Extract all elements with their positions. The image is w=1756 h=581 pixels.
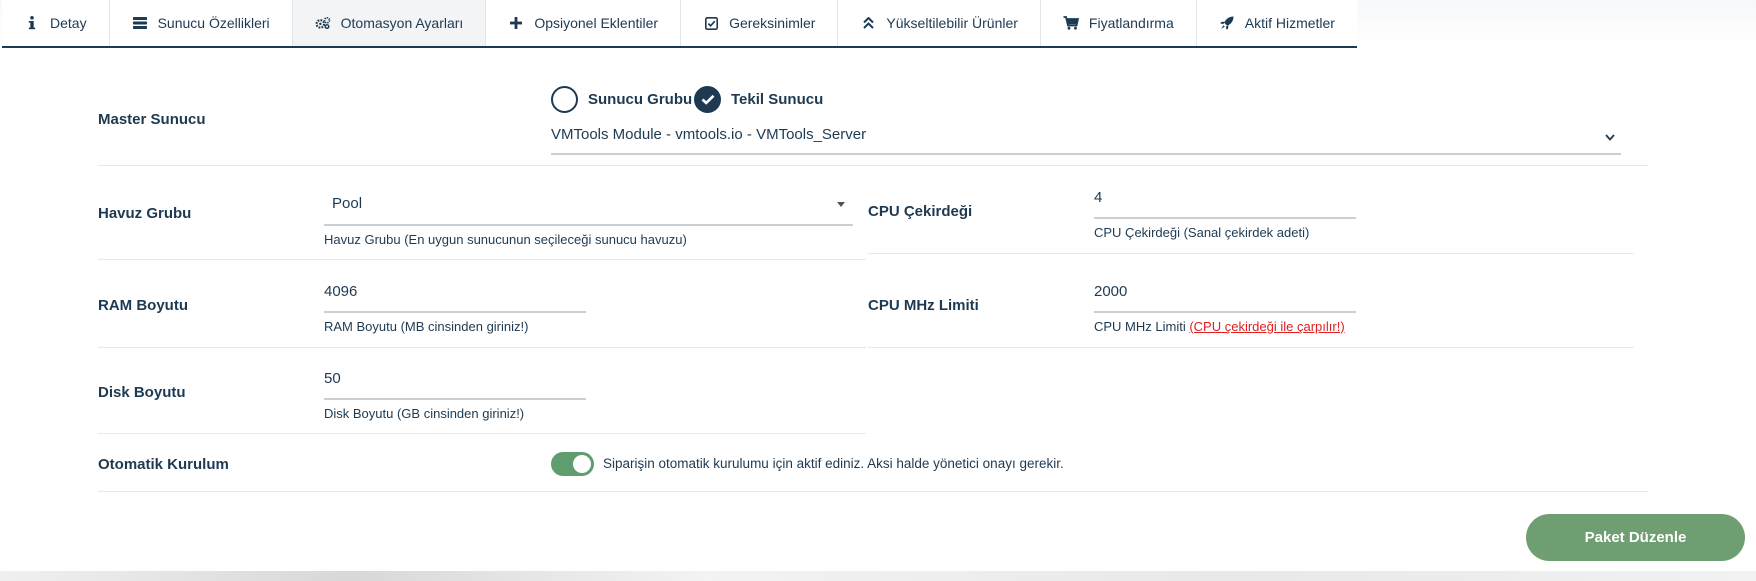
edit-package-button[interactable]: Paket Düzenle bbox=[1526, 514, 1745, 561]
auto-setup-description: Siparişin otomatik kurulumu için aktif e… bbox=[603, 456, 1064, 471]
bottom-divider bbox=[0, 571, 1756, 581]
tab-label: Opsiyonel Eklentiler bbox=[534, 15, 659, 31]
tab-yukseltilebilir-urunler[interactable]: Yükseltilebilir Ürünler bbox=[838, 0, 1041, 46]
tab-label: Sunucu Özellikleri bbox=[157, 15, 270, 31]
tab-opsiyonel-eklentiler[interactable]: Opsiyonel Eklentiler bbox=[486, 0, 682, 46]
toggle-knob bbox=[573, 455, 591, 473]
pool-value: Pool bbox=[332, 195, 363, 212]
tab-bar: Detay Sunucu Özellikleri Otomasyon Ayarl… bbox=[0, 0, 1756, 48]
master-server-value: VMTools Module - vmtools.io - VMTools_Se… bbox=[551, 126, 867, 143]
disk-value: 50 bbox=[324, 370, 341, 387]
tab-aktif-hizmetler[interactable]: Aktif Hizmetler bbox=[1196, 0, 1357, 46]
pool-label: Havuz Grubu bbox=[98, 205, 192, 222]
cpu-core-value: 4 bbox=[1094, 189, 1103, 206]
cpu-mhz-input[interactable]: 2000 bbox=[1094, 280, 1356, 313]
rocket-icon bbox=[1219, 15, 1235, 31]
master-server-select[interactable]: VMTools Module - vmtools.io - VMTools_Se… bbox=[551, 122, 1621, 155]
radio-label: Tekil Sunucu bbox=[731, 91, 824, 108]
disk-help: Disk Boyutu (GB cinsinden giriniz!) bbox=[324, 406, 525, 421]
caret-down-icon bbox=[837, 194, 845, 211]
server-icon bbox=[132, 15, 148, 31]
cart-icon bbox=[1063, 15, 1079, 31]
radio-server-group[interactable]: Sunucu Grubu bbox=[551, 86, 692, 113]
disk-input[interactable]: 50 bbox=[324, 367, 586, 400]
radio-circle-icon bbox=[551, 86, 578, 113]
cpu-core-label: CPU Çekirdeği bbox=[868, 203, 973, 220]
auto-setup-toggle[interactable] bbox=[551, 452, 594, 476]
tab-detay[interactable]: Detay bbox=[2, 0, 110, 46]
radio-single-server[interactable]: Tekil Sunucu bbox=[694, 86, 823, 113]
cpu-core-help: CPU Çekirdeği (Sanal çekirdek adeti) bbox=[1094, 225, 1310, 240]
info-icon bbox=[24, 15, 40, 31]
tab-label: Aktif Hizmetler bbox=[1244, 15, 1335, 31]
pool-help: Havuz Grubu (En uygun sunucunun seçilece… bbox=[324, 232, 687, 247]
double-chevron-up-icon bbox=[860, 15, 876, 31]
ram-label: RAM Boyutu bbox=[98, 297, 188, 314]
chevron-down-icon bbox=[1605, 128, 1615, 145]
tab-gereksinimler[interactable]: Gereksinimler bbox=[681, 0, 839, 46]
master-server-label: Master Sunucu bbox=[98, 111, 206, 128]
plus-icon bbox=[508, 15, 524, 31]
ram-input[interactable]: 4096 bbox=[324, 280, 586, 313]
cpu-mhz-help-text: CPU MHz Limiti bbox=[1094, 319, 1190, 334]
ram-help: RAM Boyutu (MB cinsinden giriniz!) bbox=[324, 319, 529, 334]
tab-label: Otomasyon Ayarları bbox=[340, 15, 464, 31]
cogs-icon bbox=[315, 15, 331, 31]
tab-sunucu-ozellikleri[interactable]: Sunucu Özellikleri bbox=[109, 0, 293, 46]
tabs: Detay Sunucu Özellikleri Otomasyon Ayarl… bbox=[2, 0, 1357, 48]
radio-checked-icon bbox=[694, 86, 721, 113]
cpu-mhz-value: 2000 bbox=[1094, 283, 1128, 300]
cpu-mhz-help: CPU MHz Limiti (CPU çekirdeği ile çarpıl… bbox=[1094, 319, 1345, 334]
auto-setup-label: Otomatik Kurulum bbox=[98, 456, 229, 473]
tab-label: Detay bbox=[50, 15, 87, 31]
tab-label: Yükseltilebilir Ürünler bbox=[886, 15, 1018, 31]
cpu-mhz-warning: (CPU çekirdeği ile çarpılır!) bbox=[1189, 319, 1345, 334]
ram-value: 4096 bbox=[324, 283, 358, 300]
radio-label: Sunucu Grubu bbox=[588, 91, 693, 108]
disk-label: Disk Boyutu bbox=[98, 384, 186, 401]
pool-select[interactable]: Pool bbox=[324, 189, 853, 226]
check-square-icon bbox=[703, 15, 719, 31]
tab-label: Gereksinimler bbox=[729, 15, 816, 31]
cpu-mhz-label: CPU MHz Limiti bbox=[868, 297, 979, 314]
tab-fiyatlandirma[interactable]: Fiyatlandırma bbox=[1040, 0, 1197, 46]
tab-label: Fiyatlandırma bbox=[1088, 15, 1174, 31]
tab-otomasyon-ayarlari[interactable]: Otomasyon Ayarları bbox=[292, 0, 487, 46]
cpu-core-input[interactable]: 4 bbox=[1094, 186, 1356, 219]
